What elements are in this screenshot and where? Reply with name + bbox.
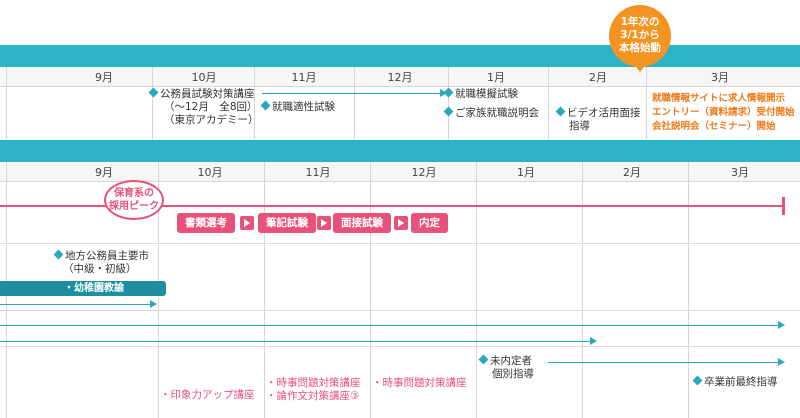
timeline-arrow-line [0,341,590,342]
event-label: 未内定者 [490,355,532,367]
civil-service-event: 地方公務員主要市 （中級・初級） [53,249,149,276]
timeline-arrow-line [0,325,778,326]
top-month-10: 10月 [191,71,217,84]
arrowhead [150,300,157,308]
event-label: ・論作文対策講座③ [266,390,360,402]
current-affairs-lecture: ・時事問題対策講座 ・論作文対策講座③ [266,377,361,403]
event-label: ビデオ活用面接 [567,107,641,119]
bottom-month-1: 1月 [517,166,535,179]
event-label: （～12月 全8回） [164,101,258,113]
bottom-divider [476,162,477,418]
top-month-9: 9月 [95,71,113,84]
event-label: 個別指導 [492,368,534,380]
diamond-icon [260,100,271,111]
event-label: 公務員試験対策講座 [160,88,255,100]
top-header-band [0,45,800,67]
arrowhead [590,337,597,345]
orange-events: 就職情報サイトに求人情報開示 エントリー（資料請求）受付開始 会社説明会（セミナ… [652,92,795,134]
current-affairs-lecture-2: ・時事問題対策講座 [372,377,467,389]
badge-line: 3/1から [620,29,660,41]
event-label: 指導 [569,120,590,132]
recruit-line-end [782,197,785,215]
flow-step-offer: 内定 [411,213,448,233]
video-event: ビデオ活用面接 指導 [555,106,641,133]
top-month-11: 11月 [291,71,317,84]
seminar-line [262,93,442,94]
top-month-2: 2月 [589,71,607,84]
event-label: 就職模擬試験 [455,88,518,100]
event-label: 就職適性試験 [272,101,335,113]
timeline-arrow-line [0,304,150,305]
arrowhead [778,358,785,366]
peak-label: 採用ピーク [109,201,159,212]
family-event: ご家族就職説明会 [443,106,539,120]
schedule-page: 9月 10月 11月 12月 1月 2月 3月 1年次の 3/1から 本格始動 … [0,0,800,418]
top-month-3: 3月 [711,71,729,84]
bottom-header-band [0,140,800,162]
diamond-icon [53,249,64,260]
badge-line: 本格始動 [619,42,661,54]
bottom-month-10: 10月 [197,166,223,179]
top-divider [354,67,355,139]
bottom-month-3: 3月 [731,166,749,179]
bottom-divider [582,162,583,418]
flow-step-written: 筆記試験 [258,213,316,233]
event-label: （中級・初級） [63,263,137,275]
bottom-month-11: 11月 [305,166,331,179]
bottom-divider [370,162,371,418]
peak-circle: 保育系の 採用ピーク [104,180,164,220]
bottom-month-2: 2月 [623,166,641,179]
arrow-right-icon [240,216,254,230]
badge-pointer [634,64,646,72]
diamond-icon [148,87,159,98]
bottom-divider [264,162,265,418]
final-event: 卒業前最終指導 [692,375,778,389]
row-divider [0,243,800,244]
peak-label: 保育系の [114,188,154,199]
diamond-icon [555,106,566,117]
top-divider [548,67,549,139]
diamond-icon [443,87,454,98]
diamond-icon [478,354,489,365]
badge-line: 1年次の [620,16,660,28]
event-label: 就職情報サイトに求人情報開示 [652,93,786,104]
kindergarten-label: ・幼稚園教諭 [64,283,124,294]
diamond-icon [692,375,703,386]
bottom-month-row: 9月 10月 11月 12月 1月 2月 3月 [0,162,800,182]
kindergarten-bar: ・幼稚園教諭 [0,281,166,296]
start-badge: 1年次の 3/1から 本格始動 [609,5,671,67]
top-month-1: 1月 [487,71,505,84]
event-label: 会社説明会（セミナー）開始 [652,121,776,132]
bottom-month-12: 12月 [411,166,437,179]
top-month-12: 12月 [387,71,413,84]
bottom-divider [688,162,689,418]
flow-step-interview: 面接試験 [333,213,391,233]
event-label: エントリー（資料請求）受付開始 [652,107,795,118]
top-month-row: 9月 10月 11月 12月 1月 2月 3月 [0,67,800,87]
arrow-right-icon [317,216,331,230]
seminar-event: 公務員試験対策講座 （～12月 全8回） （東京アカデミー） [148,87,259,127]
top-divider [448,67,449,139]
top-divider [646,67,647,139]
diamond-icon [443,106,454,117]
row-divider [0,346,800,347]
event-label: ・時事問題対策講座 [266,377,361,389]
event-label: 卒業前最終指導 [704,376,778,388]
top-divider [6,67,7,139]
aptitude-event: 就職適性試験 [260,100,335,114]
arrow-right-icon [394,216,408,230]
row-divider [0,310,800,311]
mock-event: 就職模擬試験 [443,87,518,101]
event-label: ご家族就職説明会 [455,107,539,119]
impression-lecture: ・印象力アップ講座 [160,389,255,401]
bottom-month-9: 9月 [95,166,113,179]
arrowhead [778,321,785,329]
flow-step-documents: 書類選考 [177,213,235,233]
unplaced-event: 未内定者 個別指導 [478,354,534,381]
event-label: （東京アカデミー） [164,114,259,126]
timeline-arrow-line [548,362,778,363]
event-label: 地方公務員主要市 [65,250,149,262]
